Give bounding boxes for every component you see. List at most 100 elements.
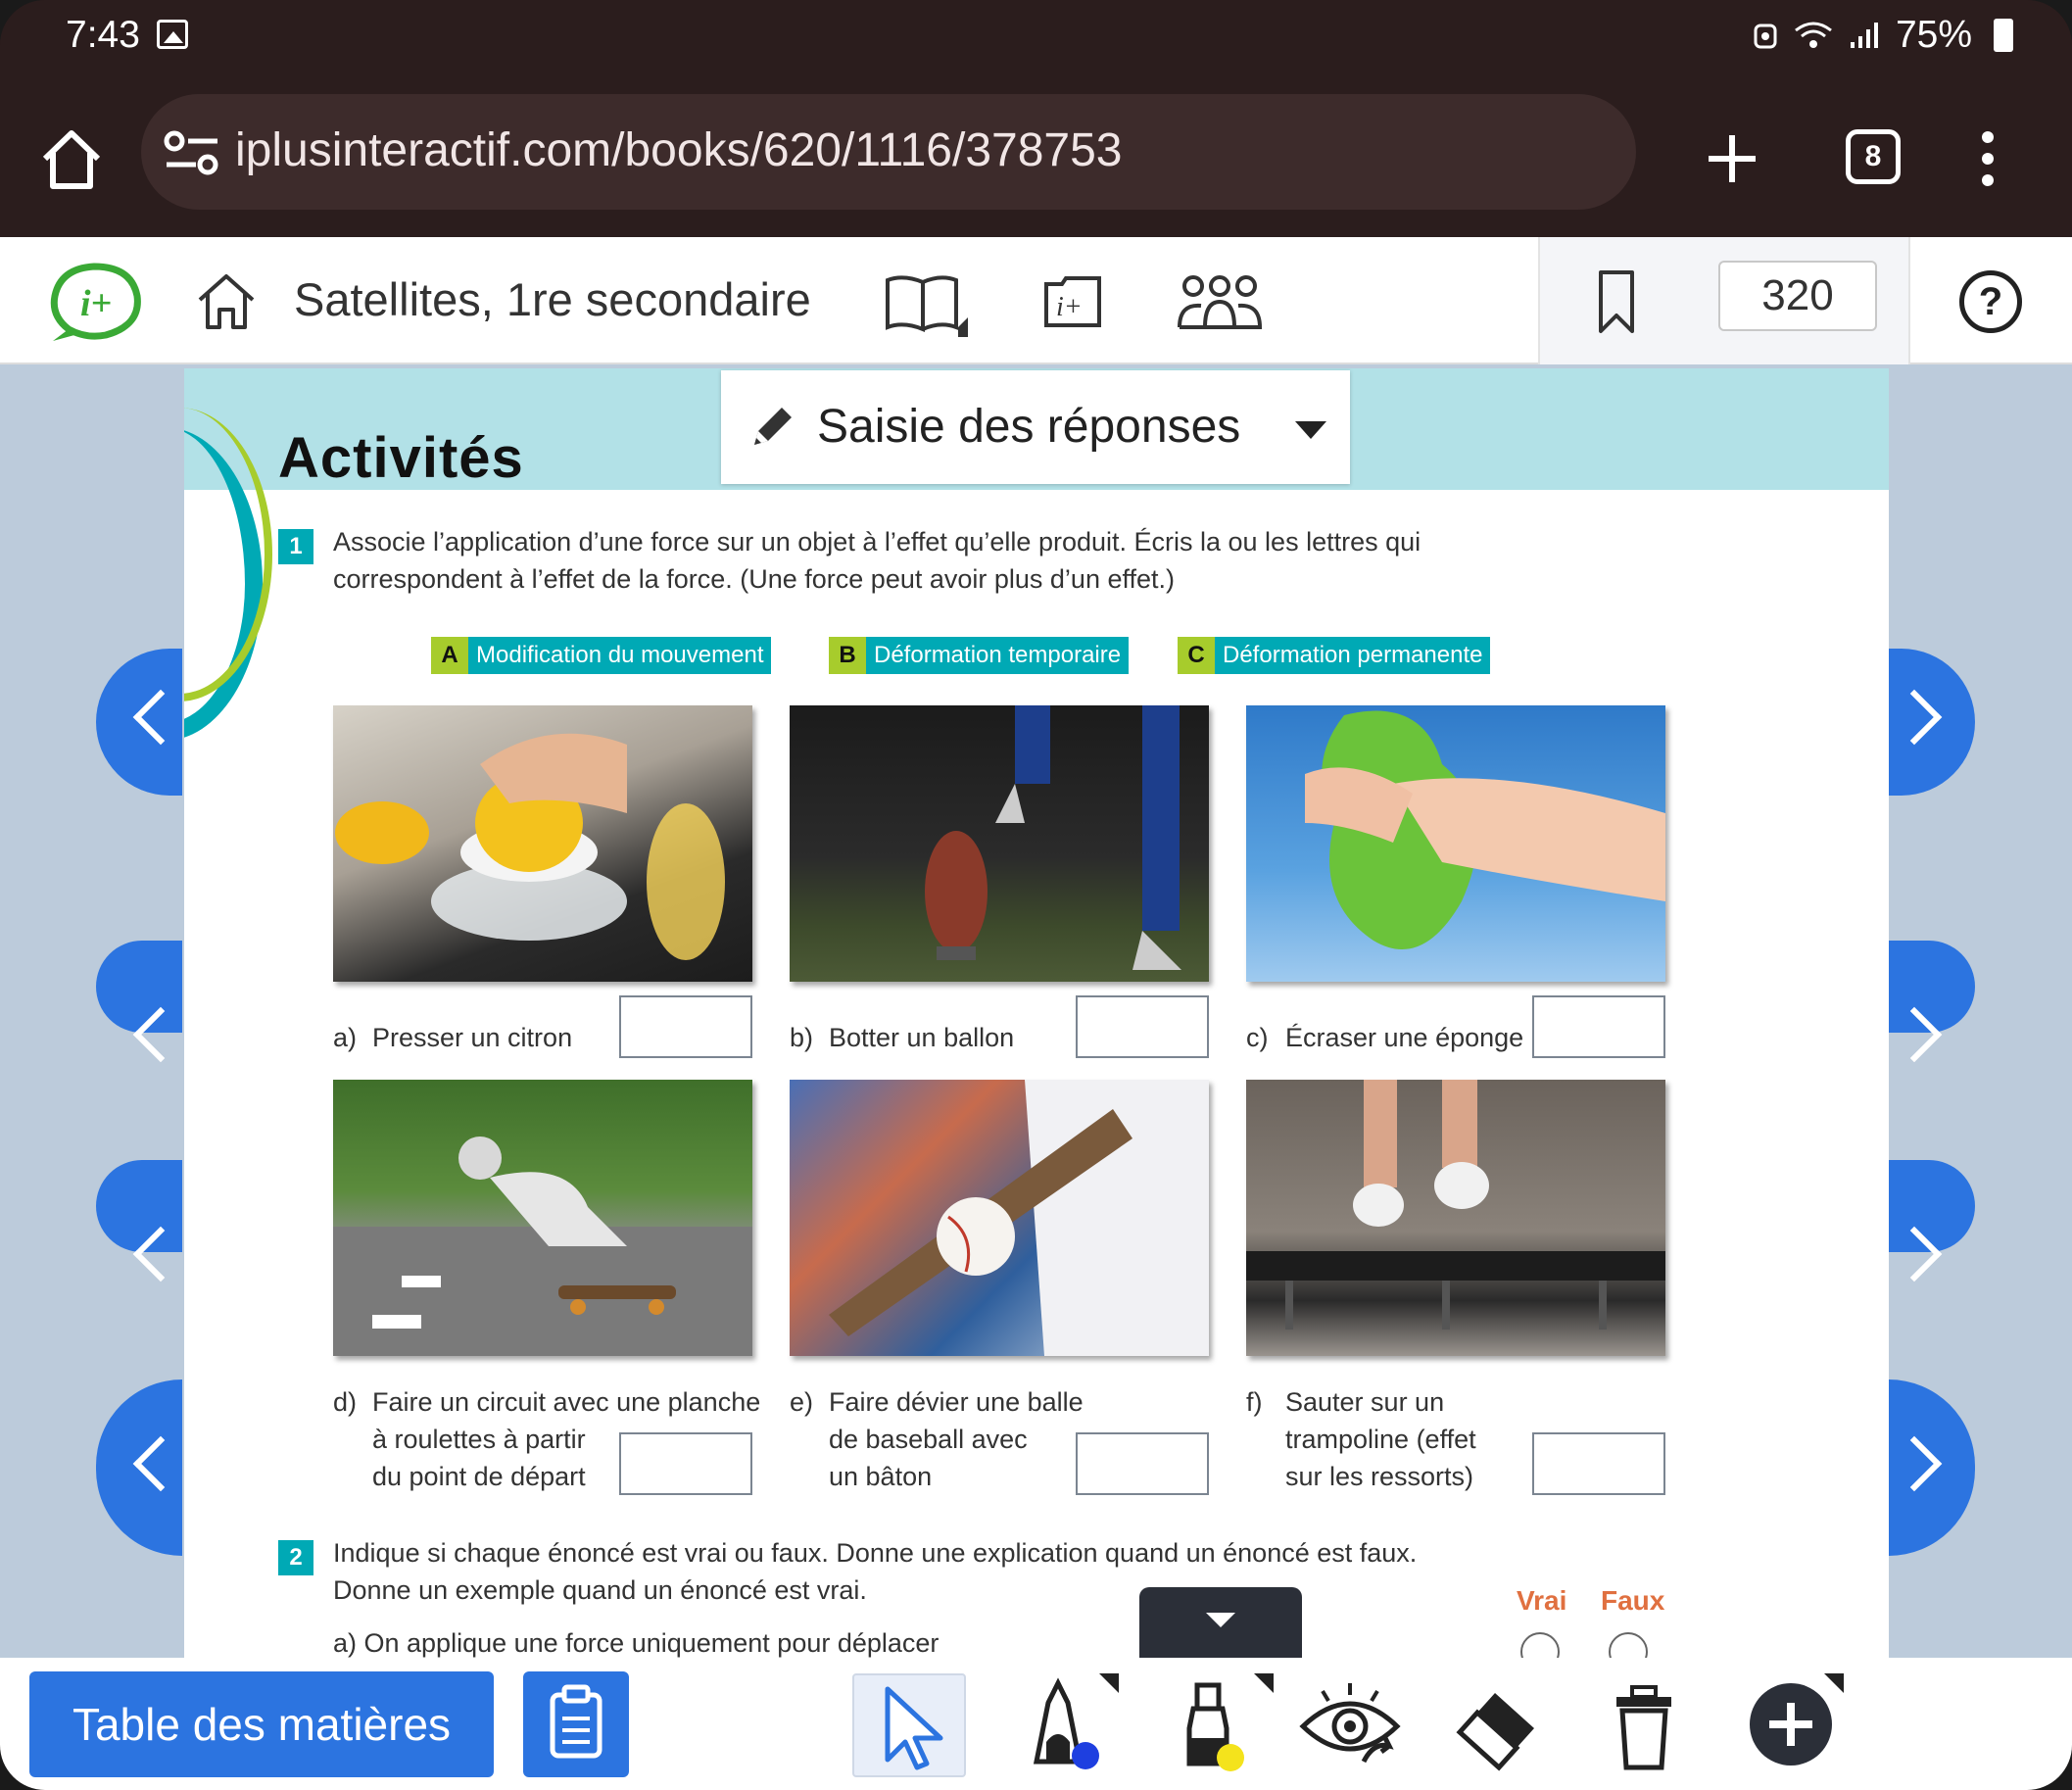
signal-icon (1850, 23, 1878, 48)
next-page-button[interactable] (1886, 649, 1975, 796)
notes-button[interactable] (523, 1671, 629, 1777)
chevron-right-icon (1886, 1226, 1943, 1282)
book-view-icon[interactable] (884, 270, 970, 339)
answer-input-c[interactable] (1532, 995, 1665, 1058)
effect-letter: A (431, 637, 468, 674)
app-toolbar: i+ Satellites, 1re secondaire i+ 320 ? (0, 237, 2072, 364)
address-bar[interactable]: iplusinteractif.com/books/620/1116/37875… (141, 94, 1636, 210)
device-screen: 7:43 75% iplusinteractif.com/books/620/1… (0, 0, 2072, 1790)
table-of-contents-button[interactable]: Table des matières (29, 1671, 494, 1777)
pen-tool-button[interactable] (1009, 1673, 1123, 1777)
next-chapter-button[interactable] (1886, 1160, 1975, 1282)
trash-icon (1616, 1685, 1671, 1770)
item-letter: e) (790, 1387, 814, 1417)
eraser-tool-button[interactable] (1440, 1673, 1554, 1777)
answer-input-a[interactable] (619, 995, 752, 1058)
delete-tool-button[interactable] (1587, 1673, 1701, 1777)
page-number-input[interactable]: 320 (1718, 261, 1877, 331)
battery-percent: 75% (1895, 14, 1972, 56)
chevron-left-icon (132, 1226, 189, 1282)
chevron-left-icon (132, 689, 189, 746)
item-text: Faire dévier une balle (829, 1387, 1084, 1417)
item-text: sur les ressorts) (1285, 1462, 1474, 1491)
more-menu-icon[interactable] (1973, 127, 2002, 190)
page-heading: Activités (278, 426, 524, 490)
effect-label: Déformation temporaire (874, 642, 1122, 668)
sponge-squeeze-illustration (1305, 710, 1665, 949)
effect-label: Modification du mouvement (476, 642, 764, 668)
football-kick-photo (790, 705, 1209, 982)
home-icon[interactable] (194, 268, 259, 333)
question-number: 1 (278, 529, 313, 564)
browser-home-icon[interactable] (37, 125, 106, 194)
item-text: Botter un ballon (829, 1023, 1015, 1052)
select-tool-button[interactable] (852, 1673, 966, 1777)
new-tab-icon[interactable] (1703, 129, 1761, 188)
bookmark-icon[interactable] (1595, 268, 1638, 335)
prev-chapter-button[interactable] (96, 1160, 189, 1282)
item-letter: f) (1246, 1387, 1263, 1417)
iplus-content-icon[interactable]: i+ (1040, 272, 1105, 331)
sync-icon (1754, 24, 1777, 49)
true-column-label: Vrai (1517, 1585, 1567, 1616)
answer-mode-dropdown[interactable]: Saisie des réponses (721, 370, 1350, 484)
bottom-toolbar: Table des matières (0, 1658, 2072, 1790)
cursor-icon (885, 1686, 943, 1770)
skateboard-photo (333, 1080, 752, 1356)
item-text: Écraser une éponge (1285, 1023, 1524, 1052)
effect-tag-a: A Modification du mouvement (431, 637, 772, 674)
tool-options-corner (1254, 1673, 1274, 1693)
highlighter-tool-button[interactable] (1164, 1673, 1277, 1777)
item-letter: d) (333, 1387, 358, 1417)
tab-switcher-button[interactable]: 8 (1846, 129, 1901, 184)
battery-icon (1994, 19, 2013, 52)
chevron-left-icon (132, 1006, 189, 1063)
prev-page-button[interactable] (96, 649, 189, 796)
effect-label: Déformation permanente (1223, 642, 1483, 668)
answer-input-f[interactable] (1532, 1432, 1665, 1495)
eye-icon (1299, 1683, 1401, 1764)
page-tools-panel: 320 (1538, 237, 1910, 364)
chevron-right-icon (1886, 1435, 1943, 1492)
show-answers-button[interactable] (1295, 1673, 1409, 1777)
skateboard-illustration (333, 1137, 752, 1356)
answer-input-b[interactable] (1076, 995, 1209, 1058)
tool-options-corner (1099, 1673, 1119, 1693)
statement-a-text: a) On applique une force uniquement pour… (333, 1628, 940, 1658)
next-spread-button[interactable] (1886, 1379, 1975, 1556)
item-e-caption: e) Faire dévier une balle de baseball avec… (790, 1383, 1084, 1495)
answer-input-d[interactable] (619, 1432, 752, 1495)
status-time: 7:43 (66, 14, 140, 56)
question-2-line-1: Indique si chaque énoncé est vrai ou fau… (333, 1538, 1418, 1568)
book-viewer: Activités Saisie des réponses 1 Associe … (0, 364, 2072, 1658)
false-radio[interactable] (1609, 1632, 1648, 1658)
next-section-button[interactable] (1886, 941, 1975, 1063)
url-text: iplusinteractif.com/books/620/1116/37875… (235, 124, 1123, 176)
add-tool-button[interactable] (1734, 1673, 1848, 1777)
site-settings-icon[interactable] (163, 129, 221, 178)
image-notification-icon (157, 20, 188, 49)
trampoline-photo (1246, 1080, 1665, 1356)
chevron-down-icon (1206, 1613, 1235, 1627)
expand-panel-tab[interactable] (1139, 1587, 1302, 1658)
effect-letter: B (829, 637, 866, 674)
chevron-left-icon (132, 1435, 189, 1492)
question-number: 2 (278, 1540, 313, 1575)
groups-icon[interactable] (1176, 272, 1264, 331)
true-radio[interactable] (1520, 1632, 1560, 1658)
trampoline-illustration (1246, 1080, 1665, 1330)
svg-text:i+: i+ (80, 283, 112, 324)
prev-section-button[interactable] (96, 941, 189, 1063)
item-text: de baseball avec (829, 1425, 1028, 1454)
item-text: trampoline (effet (1285, 1425, 1476, 1454)
textbook-page: Activités Saisie des réponses 1 Associe … (184, 368, 1889, 1658)
eraser-icon (1456, 1693, 1534, 1771)
sponge-squeeze-photo (1246, 705, 1665, 982)
item-b-caption: b) Botter un ballon (790, 1019, 1014, 1056)
prev-spread-button[interactable] (96, 1379, 189, 1556)
help-button[interactable]: ? (1959, 270, 2022, 333)
chevron-right-icon (1886, 689, 1943, 746)
answer-input-e[interactable] (1076, 1432, 1209, 1495)
effect-tag-c: C Déformation permanente (1178, 637, 1491, 674)
iplus-logo-icon[interactable]: i+ (47, 261, 145, 345)
